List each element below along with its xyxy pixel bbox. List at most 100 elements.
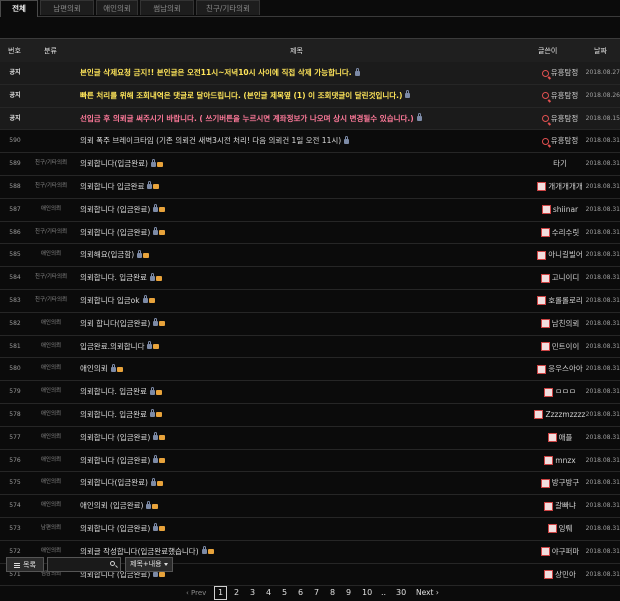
table-row[interactable]: 584 친구/기타의뢰 의뢰합니다. 입금완료 고니이디 2018.08.31 [0,267,620,290]
post-date: 2018.08.31 [585,228,620,236]
header-author: 글쓴이 [538,47,558,55]
chevron-down-icon [164,563,168,566]
post-title-link[interactable]: 애인의뢰 (입금완료) [80,501,143,510]
notice-row[interactable]: 공지 빠른 처리를 위해 조회내역은 댓글로 달아드립니다. (본인글 제목옆 (… [0,84,620,108]
page-link[interactable]: 3 [250,586,255,600]
tab-friend-etc[interactable]: 친구/기타의뢰 [196,0,260,15]
author-name: 유흥탐정 [550,136,579,146]
avatar-icon [540,478,550,488]
post-title-link[interactable]: 의뢰합니다. 입금완료 [80,273,147,282]
page-link[interactable]: 8 [330,586,335,600]
table-row[interactable]: 587 애인의뢰 의뢰합니다 (입금완료) shiinar 2018.08.31 [0,199,620,222]
post-title-cell: 의뢰합니다 (입금완료) [80,199,520,221]
table-row[interactable]: 581 애인의뢰 입금완료.의뢰합니다 민트이이 2018.08.31 [0,336,620,359]
table-row[interactable]: 578 애인의뢰 의뢰합니다. 입금완료 Zzzzmzzzz 2018.08.31 [0,404,620,427]
post-title-link[interactable]: 의뢰합니다 입금완료 [80,182,144,191]
table-row[interactable]: 574 애인의뢰 애인의뢰 (입금완료) 갈빠냐 2018.08.31 [0,495,620,518]
notice-row[interactable]: 공지 선입금 후 의뢰글 써주시기 바랍니다. ( 쓰기버튼을 누르시면 계좌정보… [0,107,620,131]
page-link[interactable]: 7 [314,586,319,600]
post-number: 589 [9,160,21,168]
tab-crush[interactable]: 썸남의뢰 [140,0,194,15]
post-date: 2018.08.31 [585,137,620,145]
table-header: 번호 분류 제목 글쓴이 날짜 [0,38,620,64]
avatar-icon [540,319,550,329]
post-title-link[interactable]: 의뢰합니다 (입금완료) [80,205,150,214]
post-title-link[interactable]: 애인의뢰 [80,364,108,373]
search-input[interactable] [50,559,106,570]
post-title-link[interactable]: 의뢰합니다 (입금완료) [80,456,150,465]
lock-icon [149,272,155,281]
post-date: 2018.08.31 [585,251,620,259]
page-link[interactable]: 9 [346,586,351,600]
page-link[interactable]: 10 [362,586,372,600]
post-title-link[interactable]: 의뢰 폭주 브레이크타임 (기존 의뢰건 새벽3시전 처리! 다음 의뢰건 1일… [80,136,341,145]
table-row[interactable]: 590 의뢰 폭주 브레이크타임 (기존 의뢰건 새벽3시전 처리! 다음 의뢰건… [0,130,620,154]
author-name: ㅁㅁㅁ [555,387,576,397]
table-row[interactable]: 589 친구/기타의뢰 의뢰합니다(입금완료) 타기 2018.08.31 [0,153,620,176]
table-row[interactable]: 575 애인의뢰 의뢰합니다(입금완료) 방구방구 2018.08.31 [0,472,620,496]
post-date: 2018.08.31 [585,456,620,464]
post-title-link[interactable]: 의뢰합니다 (입금완료) [80,524,150,533]
post-title-link[interactable]: 의뢰합니다. 입금완료 [80,387,147,396]
list-button[interactable]: 목록 [6,557,44,572]
post-number: 590 [9,137,21,145]
post-number: 584 [9,274,21,282]
post-category: 애인의뢰 [40,410,62,417]
post-title-link[interactable]: 본인글 삭제요청 금지!! 본인글은 오전11시~저녁10시 사이에 직접 삭제… [80,68,352,77]
avatar-icon [537,296,547,306]
post-title-cell: 선입금 후 의뢰글 써주시기 바랍니다. ( 쓰기버튼을 누르시면 계좌정보가 … [80,108,520,130]
page-link[interactable]: 2 [234,586,239,600]
table-row[interactable]: 586 친구/기타의뢰 의뢰합니다 (입금완료) 수리수릿 2018.08.31 [0,222,620,245]
avatar-icon [544,456,554,466]
table-row[interactable]: 573 남편의뢰 의뢰합니다 (입금완료) 잉뤠 2018.08.31 [0,518,620,541]
image-attachment-icon [159,458,166,464]
post-list: 공지 본인글 삭제요청 금지!! 본인글은 오전11시~저녁10시 사이에 직접 … [0,62,620,587]
magnifier-icon [541,137,549,145]
post-title-link[interactable]: 의뢰합니다(입금완료) [80,478,148,487]
table-row[interactable]: 577 애인의뢰 의뢰합니다 (입금완료) 애플 2018.08.31 [0,427,620,450]
tab-husband[interactable]: 남편의뢰 [40,0,94,15]
post-number: 공지 [9,114,21,122]
post-category: 애인의뢰 [40,251,62,258]
post-title-link[interactable]: 의뢰합니다(입금완료) [80,159,148,168]
header-num: 번호 [8,47,21,55]
page-link-last[interactable]: 30 [396,586,406,600]
table-row[interactable]: 582 애인의뢰 의뢰 합니다(입금완료) 남친의뢰 2018.08.31 [0,313,620,336]
table-row[interactable]: 588 친구/기타의뢰 의뢰합니다 입금완료 개개개개개 2018.08.31 [0,176,620,199]
table-row[interactable]: 583 친구/기타의뢰 의뢰합니다 입금ok 호롤롤로리 2018.08.31 [0,290,620,313]
table-row[interactable]: 579 애인의뢰 의뢰합니다. 입금완료 ㅁㅁㅁ 2018.08.31 [0,381,620,404]
image-attachment-icon [156,480,163,486]
post-title-link[interactable]: 의뢰합니다. 입금완료 [80,410,147,419]
post-number: 공지 [9,91,21,99]
next-page-link[interactable]: Next › [416,586,439,600]
post-title-link[interactable]: 의뢰 합니다(입금완료) [80,319,150,328]
author-name: 애플 [558,432,573,442]
prev-page-link[interactable]: ‹ Prev [186,586,206,600]
magnifier-icon [541,69,549,77]
search-icon[interactable] [109,560,118,569]
post-title-link[interactable]: 입금완료.의뢰합니다 [80,342,144,351]
post-title-link[interactable]: 빠른 처리를 위해 조회내역은 댓글로 달아드립니다. (본인글 제목옆 (1)… [80,91,402,100]
page-link[interactable]: 6 [298,586,303,600]
search-scope-select[interactable]: 제목+내용 [125,557,173,572]
table-row[interactable]: 576 애인의뢰 의뢰합니다 (입금완료) mnzx 2018.08.31 [0,450,620,473]
post-title-link[interactable]: 의뢰해요(입금함) [80,250,134,259]
table-row[interactable]: 580 애인의뢰 애인의뢰 응우스아아 2018.08.31 [0,358,620,382]
post-title-cell: 의뢰해요(입금함) [80,244,520,266]
tab-all[interactable]: 전체 [0,0,38,17]
post-title-link[interactable]: 의뢰합니다 입금ok [80,296,140,305]
post-title-link[interactable]: 의뢰합니다 (입금완료) [80,228,150,237]
avatar-icon [534,410,544,420]
page-link[interactable]: 4 [266,586,271,600]
post-title-link[interactable]: 의뢰합니다 (입금완료) [80,433,150,442]
page-link[interactable]: 5 [282,586,287,600]
avatar-icon [544,501,554,511]
lock-icon [354,67,360,76]
image-attachment-icon [153,344,160,350]
notice-row[interactable]: 공지 본인글 삭제요청 금지!! 본인글은 오전11시~저녁10시 사이에 직접 … [0,62,620,85]
table-row[interactable]: 585 애인의뢰 의뢰해요(입금함) 아니길빌어 2018.08.31 [0,244,620,268]
post-number: 576 [9,456,21,464]
tab-lover[interactable]: 애인의뢰 [96,0,138,15]
post-title-link[interactable]: 선입금 후 의뢰글 써주시기 바랍니다. ( 쓰기버튼을 누르시면 계좌정보가 … [80,114,414,123]
page-link-current[interactable]: 1 [214,586,227,600]
